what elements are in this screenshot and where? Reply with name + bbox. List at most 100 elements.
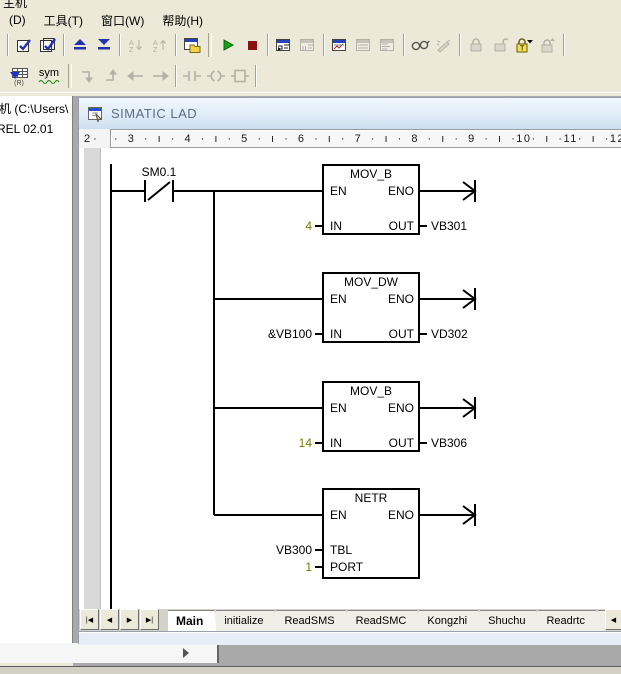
tab-readsms[interactable]: ReadSMS xyxy=(267,610,347,631)
options-button[interactable] xyxy=(180,33,204,57)
toolbar-separator xyxy=(459,34,461,56)
lock-button[interactable] xyxy=(464,33,488,57)
symbol-table-button[interactable]: (R) xyxy=(4,64,34,88)
tab-first-button[interactable]: |◀ xyxy=(80,609,99,630)
force-button[interactable] xyxy=(432,33,456,57)
ladder-wires xyxy=(79,148,621,609)
status-bar xyxy=(0,666,621,674)
tab-last-button[interactable]: ▶| xyxy=(140,609,159,630)
block-title[interactable]: MOV_DW xyxy=(323,275,419,289)
toolbar-separator xyxy=(119,34,121,56)
program-status-button[interactable] xyxy=(272,33,296,57)
operand-out-value[interactable]: VB301 xyxy=(431,219,467,233)
tree-item-cpu[interactable]: REL 02.01 xyxy=(0,122,53,136)
operand-out-value[interactable]: VB306 xyxy=(431,436,467,450)
contact-button[interactable] xyxy=(180,64,204,88)
unlock-button[interactable] xyxy=(488,33,512,57)
menu-item-0[interactable]: (D) xyxy=(0,11,35,29)
lad-window-titlebar[interactable]: SIMATIC LAD xyxy=(79,98,621,130)
tab-next-button[interactable]: ▶ xyxy=(120,609,139,630)
lad-window-bottom-frame xyxy=(79,631,621,645)
operand-port-value[interactable]: 1 xyxy=(227,560,312,574)
arrow-down-right-icon xyxy=(79,68,97,84)
pin-en: EN xyxy=(330,401,347,415)
compile-button[interactable] xyxy=(12,33,36,57)
lock-t-icon: T xyxy=(515,37,534,53)
line-left-button[interactable] xyxy=(124,64,148,88)
sort-descending-button[interactable]: AZ xyxy=(148,33,172,57)
menu-item-2[interactable]: 窗口(W) xyxy=(92,10,153,31)
line-right-button[interactable] xyxy=(148,64,172,88)
network-up-button[interactable] xyxy=(100,64,124,88)
tree-item-project[interactable]: 主机 (C:\Users\ xyxy=(0,100,68,117)
compile-all-button[interactable] xyxy=(36,33,60,57)
coil-button[interactable] xyxy=(204,64,228,88)
pou-tab-bar: |◀ ◀ ▶ ▶| MaininitializeReadSMSReadSMCKo… xyxy=(79,609,621,631)
toolbar-main: AZ AZ T xyxy=(0,30,621,60)
menu-item-1[interactable]: 工具(T) xyxy=(35,10,92,31)
stop-icon xyxy=(244,37,260,53)
sort-ascending-button[interactable]: AZ xyxy=(124,33,148,57)
run-icon xyxy=(220,37,236,53)
box-button[interactable] xyxy=(228,64,252,88)
lad-window-icon xyxy=(87,106,104,122)
download-button[interactable] xyxy=(92,33,116,57)
operand-out-value[interactable]: VD302 xyxy=(431,327,468,341)
operand-in-value[interactable]: 4 xyxy=(227,219,312,233)
lad-window-title: SIMATIC LAD xyxy=(111,106,197,121)
symbolic-addressing-button[interactable]: sym xyxy=(34,64,64,88)
scroll-right-icon[interactable] xyxy=(183,648,189,658)
trend-write-icon xyxy=(379,37,397,54)
operand-in-value[interactable]: &VB100 xyxy=(227,327,312,341)
toolbar-ladder: (R) sym xyxy=(0,60,621,92)
ruler-start: 2 · xyxy=(79,129,110,148)
force-table-button[interactable]: T xyxy=(512,33,536,57)
block-title[interactable]: MOV_B xyxy=(323,167,419,181)
tab-main[interactable]: Main xyxy=(168,610,216,631)
tree-scrollbar[interactable] xyxy=(0,643,219,663)
compile-icon xyxy=(16,37,33,54)
pause-status-icon xyxy=(299,37,317,54)
trend-pause-button[interactable] xyxy=(352,33,376,57)
toolbar-separator xyxy=(208,33,212,57)
unforce-button[interactable] xyxy=(536,33,560,57)
chart-status-icon xyxy=(331,37,349,54)
chart-status-button[interactable] xyxy=(328,33,352,57)
contact-operand[interactable]: SM0.1 xyxy=(131,165,187,179)
menu-bar: (D)工具(T)窗口(W)帮助(H) xyxy=(0,10,621,30)
toolbar-separator xyxy=(563,34,565,56)
tab-kongzhi[interactable]: Kongzhi xyxy=(410,610,480,631)
operand-tbl-value[interactable]: VB300 xyxy=(227,543,312,557)
tab-initialize[interactable]: initialize xyxy=(207,610,276,631)
project-tree-pane: 主机 (C:\Users\ REL 02.01 xyxy=(0,96,73,663)
operand-in-value[interactable]: 14 xyxy=(227,436,312,450)
glasses-button[interactable] xyxy=(408,33,432,57)
symbol-grid-icon xyxy=(9,67,29,81)
upload-button[interactable] xyxy=(68,33,92,57)
program-status-icon xyxy=(275,37,293,54)
run-button[interactable] xyxy=(216,33,240,57)
pause-status-button[interactable] xyxy=(296,33,320,57)
block-title[interactable]: NETR xyxy=(323,491,419,505)
upload-icon xyxy=(72,37,88,53)
block-title[interactable]: MOV_B xyxy=(323,384,419,398)
network-down-button[interactable] xyxy=(76,64,100,88)
trend-pause-icon xyxy=(355,37,373,54)
toolbar-separator xyxy=(68,64,72,88)
toolbar-separator xyxy=(63,34,65,56)
pin-in: IN xyxy=(330,327,342,341)
stop-button[interactable] xyxy=(240,33,264,57)
tab-scroll-left-button[interactable]: ◀ xyxy=(605,609,621,630)
tab-readrtc[interactable]: Readrtc xyxy=(529,610,598,631)
ladder-canvas[interactable]: SM0.1 MOV_B EN ENO IN OUT 4 VB301 MOV_DW… xyxy=(79,148,621,609)
menu-item-3[interactable]: 帮助(H) xyxy=(153,10,212,31)
tab-readsmc[interactable]: ReadSMC xyxy=(339,610,420,631)
contact-icon xyxy=(182,68,202,84)
tab-shuchu[interactable]: Shuchu xyxy=(471,610,538,631)
trend-write-button[interactable] xyxy=(376,33,400,57)
arrow-right-icon xyxy=(151,68,169,84)
app-titlebar: 主机 xyxy=(0,0,621,10)
tab-prev-button[interactable]: ◀ xyxy=(100,609,119,630)
pin-tbl: TBL xyxy=(330,543,352,557)
svg-text:Z: Z xyxy=(129,47,134,53)
